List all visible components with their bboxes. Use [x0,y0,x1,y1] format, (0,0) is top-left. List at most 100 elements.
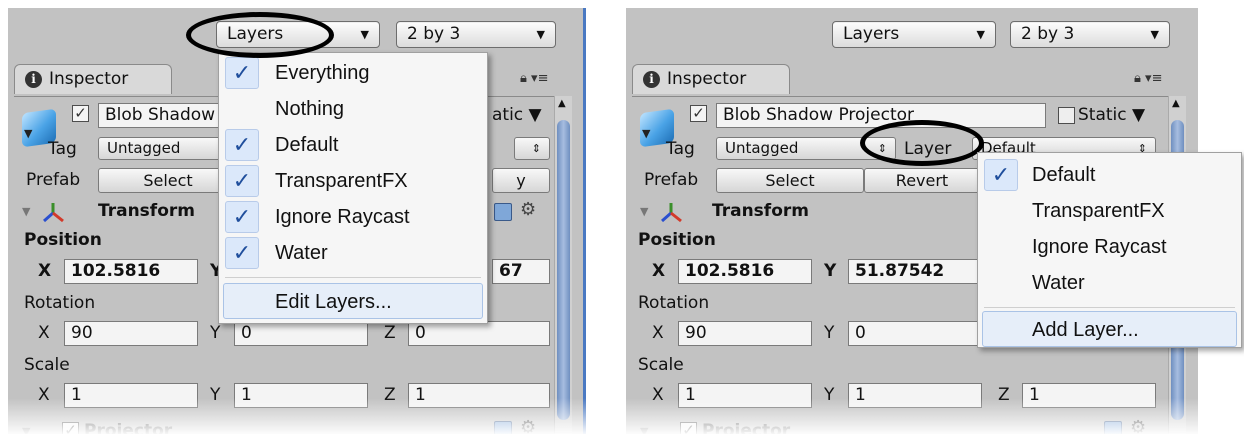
projector-title: Projector [84,421,173,434]
position-label: Position [24,230,102,250]
pos-y-label: Y [824,261,837,281]
rot-y-field[interactable]: 0 [234,321,368,346]
rot-y-label: Y [210,323,221,343]
menu-separator [984,307,1235,308]
chevron-down-icon: ▼ [360,28,369,41]
menu-item-edit-layers[interactable]: Edit Layers... [223,283,483,319]
pos-y-field[interactable]: 51.87542 [848,259,982,284]
tab-inspector[interactable]: i Inspector [632,64,790,94]
rot-x-field[interactable]: 90 [64,321,198,346]
rot-y-field[interactable]: 0 [848,321,982,346]
rotation-label: Rotation [24,293,96,313]
expand-arrow-icon[interactable]: ▼ [642,127,650,140]
transform-foldout-icon[interactable]: ▼ [640,205,648,218]
transform-foldout-icon[interactable]: ▼ [22,205,30,218]
rot-x-label: X [38,323,50,343]
gear-icon[interactable]: ⚙ [1130,417,1146,434]
scale-x-label: X [38,385,50,405]
menu-item-water[interactable]: Water [978,265,1241,301]
prefab-select-button[interactable]: Select [716,168,864,193]
projector-enabled-checkbox[interactable]: ✓ [680,422,697,434]
menu-item-transparentfx[interactable]: TransparentFX [978,193,1241,229]
layout-dropdown-label: 2 by 3 [407,24,461,44]
scale-x-field[interactable]: 1 [678,383,812,408]
highlight-ellipse [860,120,984,166]
prefab-apply-button[interactable]: y [492,168,550,193]
object-name-field[interactable]: Blob Shadow [98,103,238,128]
info-icon: i [643,71,660,88]
menu-item-default[interactable]: ✓ Default [978,157,1241,193]
layout-dropdown[interactable]: 2 by 3 ▼ [1010,21,1170,48]
transform-title: Transform [712,201,809,221]
help-book-icon[interactable] [1104,421,1122,434]
scale-y-field[interactable]: 1 [848,383,982,408]
scroll-up-icon[interactable]: ▲ [1172,98,1180,109]
scale-y-label: Y [210,385,221,405]
pos-z-field[interactable]: 67 [492,259,550,284]
menu-item-everything[interactable]: ✓ Everything [219,55,487,91]
menu-item-default[interactable]: ✓ Default [219,127,487,163]
chevron-down-icon: ▼ [976,28,985,41]
transform-title: Transform [98,201,195,221]
scale-z-field[interactable]: 1 [408,383,550,408]
rot-x-field[interactable]: 90 [678,321,812,346]
pos-x-field[interactable]: 102.5816 [678,259,812,284]
static-checkbox[interactable] [1058,107,1075,124]
menu-item-transparentfx[interactable]: ✓ TransparentFX [219,163,487,199]
layout-dropdown-label: 2 by 3 [1021,24,1075,44]
lock-icon[interactable]: 🔒︎ ▾≡ [1134,71,1162,86]
layers-dropdown-label: Layers [843,24,900,44]
prefab-label: Prefab [26,170,81,190]
lock-icon[interactable]: 🔒︎ ▾≡ [520,71,548,86]
pos-x-field[interactable]: 102.5816 [64,259,198,284]
prefab-select-button[interactable]: Select [98,168,238,193]
scale-x-field[interactable]: 1 [64,383,198,408]
layer-dropdown[interactable]: ⇕ [514,137,550,160]
check-icon: ✓ [225,201,259,233]
layout-dropdown[interactable]: 2 by 3 ▼ [396,21,556,48]
rot-z-field[interactable]: 0 [408,321,550,346]
left-editor-panel: Layers ▼ 2 by 3 ▼ i Inspector 🔒︎ ▾≡ ▼ ✓ … [8,8,586,434]
scroll-up-icon[interactable]: ▲ [558,98,566,109]
chevron-down-icon: ▼ [1150,28,1159,41]
help-book-icon[interactable] [494,203,512,221]
projector-foldout-icon[interactable]: ▼ [640,425,648,434]
position-label: Position [638,230,716,250]
scale-z-label: Z [998,385,1010,405]
pos-x-label: X [38,261,52,281]
projector-enabled-checkbox[interactable]: ✓ [62,422,79,434]
transform-axes-icon [661,203,682,223]
scale-label: Scale [24,355,70,375]
scrollbar[interactable]: ▲ [554,96,572,434]
active-checkbox[interactable]: ✓ [690,105,707,122]
menu-item-water[interactable]: ✓ Water [219,235,487,271]
tag-dropdown[interactable]: Untagged [98,137,238,160]
projector-foldout-icon[interactable]: ▼ [22,425,30,434]
scale-z-field[interactable]: 1 [1022,383,1156,408]
layers-dropdown[interactable]: Layers ▼ [832,21,996,48]
active-checkbox[interactable]: ✓ [72,105,89,122]
prefab-revert-button[interactable]: Revert [864,168,980,193]
check-icon: ✓ [984,159,1018,191]
chevron-down-icon: ▼ [536,28,545,41]
scrollbar-thumb[interactable] [557,120,570,420]
check-icon: ✓ [225,165,259,197]
object-name-field[interactable]: Blob Shadow Projector [716,103,1046,128]
gear-icon[interactable]: ⚙ [520,417,536,434]
menu-item-ignore-raycast[interactable]: Ignore Raycast [978,229,1241,265]
scale-z-label: Z [384,385,396,405]
menu-item-nothing[interactable]: Nothing [219,91,487,127]
scale-y-field[interactable]: 1 [234,383,368,408]
static-label[interactable]: atic ▼ [492,105,542,125]
menu-item-add-layer[interactable]: Add Layer... [982,311,1237,347]
static-label[interactable]: Static ▼ [1078,105,1145,125]
rotation-label: Rotation [638,293,710,313]
help-book-icon[interactable] [494,421,512,434]
menu-item-ignore-raycast[interactable]: ✓ Ignore Raycast [219,199,487,235]
rot-z-label: Z [384,323,396,343]
highlight-ellipse [186,12,334,58]
tab-inspector[interactable]: i Inspector [14,64,172,94]
pos-x-label: X [652,261,666,281]
gear-icon[interactable]: ⚙ [520,199,536,220]
expand-arrow-icon[interactable]: ▼ [24,127,32,140]
